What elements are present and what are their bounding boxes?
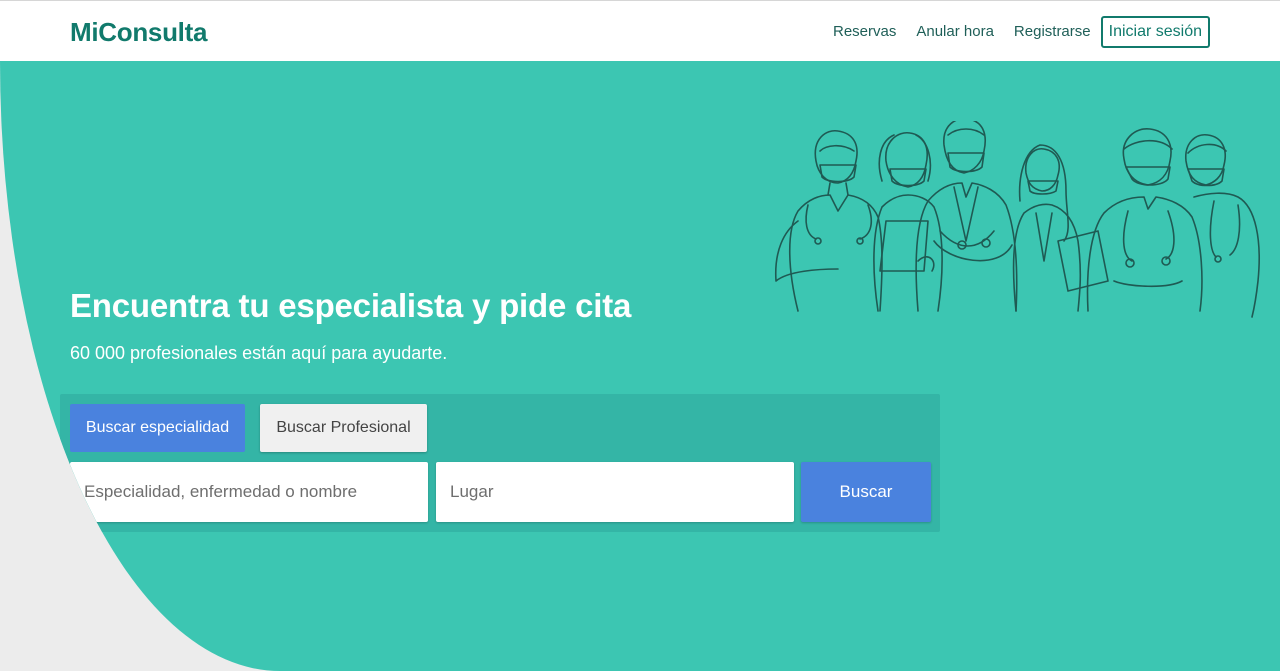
medical-staff-illustration — [774, 121, 1260, 318]
specialty-field — [70, 462, 428, 522]
tab-search-professional[interactable]: Buscar Profesional — [260, 404, 427, 452]
hero-title: Encuentra tu especialista y pide cita — [70, 287, 632, 324]
top-navbar: MiConsulta Reservas Anular hora Registra… — [0, 0, 1280, 61]
location-field — [436, 462, 794, 522]
tab-search-specialty[interactable]: Buscar especialidad — [70, 404, 245, 452]
hero-subtitle: 60 000 profesionales están aquí para ayu… — [70, 343, 448, 363]
login-button[interactable]: Iniciar sesión — [1100, 16, 1210, 48]
nav-link-registrarse[interactable]: Registrarse — [1014, 16, 1091, 48]
nav-link-reservas[interactable]: Reservas — [833, 16, 896, 48]
hero-section: Encuentra tu especialista y pide cita 60… — [0, 61, 1280, 671]
main-nav: Reservas Anular hora Registrarse Iniciar… — [813, 16, 1210, 48]
specialty-search-input[interactable] — [70, 462, 428, 522]
brand-logo[interactable]: MiConsulta — [70, 17, 207, 48]
search-panel: Buscar especialidad Buscar Profesional B… — [60, 394, 940, 532]
nav-link-anular-hora[interactable]: Anular hora — [916, 16, 994, 48]
search-button[interactable]: Buscar — [801, 462, 931, 522]
location-input[interactable] — [436, 462, 794, 522]
